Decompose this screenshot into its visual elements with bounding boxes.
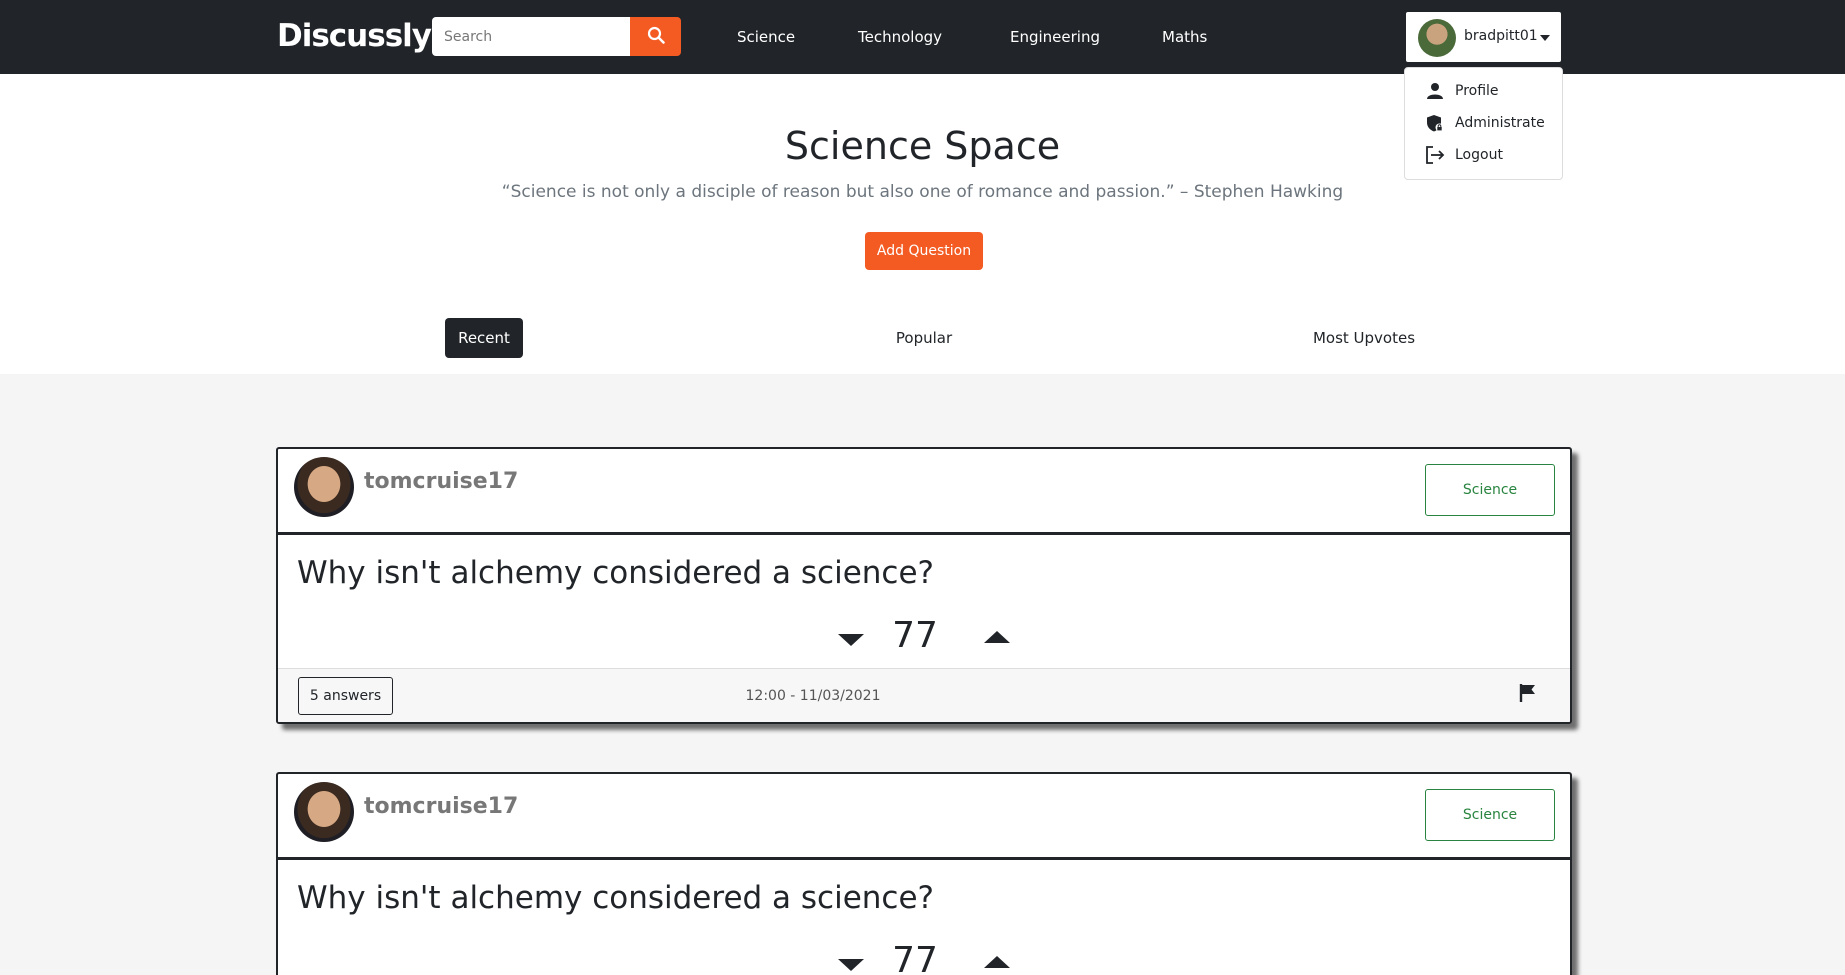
category-tag-button[interactable]: Science (1425, 464, 1555, 516)
menu-item-profile[interactable]: Profile (1425, 80, 1499, 102)
category-tag-button[interactable]: Science (1425, 789, 1555, 841)
question-card: tomcruise17 Science Why isn't alchemy co… (276, 447, 1572, 724)
menu-item-label: Logout (1455, 147, 1503, 163)
question-title[interactable]: Why isn't alchemy considered a science? (297, 555, 934, 591)
tab-popular[interactable]: Popular (880, 318, 968, 358)
question-author[interactable]: tomcruise17 (364, 469, 518, 494)
avatar[interactable] (294, 457, 354, 517)
tab-recent[interactable]: Recent (445, 318, 523, 358)
menu-item-label: Profile (1455, 83, 1499, 99)
menu-item-administrate[interactable]: Administrate (1425, 112, 1545, 134)
search-input[interactable] (432, 17, 630, 56)
search-button[interactable] (630, 17, 681, 56)
menu-item-logout[interactable]: Logout (1425, 144, 1503, 166)
nav-link-maths[interactable]: Maths (1162, 28, 1207, 46)
space-header: Science Space “Science is not only a dis… (0, 74, 1845, 374)
question-timestamp: 12:00 - 11/03/2021 (745, 688, 881, 704)
person-icon (1425, 81, 1445, 101)
question-card: tomcruise17 Science Why isn't alchemy co… (276, 772, 1572, 975)
username: bradpitt01 (1464, 28, 1538, 44)
vote-count: 77 (892, 615, 938, 656)
flag-icon[interactable] (1519, 683, 1537, 707)
navbar: Discussly Science Technology Engineering… (0, 0, 1845, 74)
upvote-icon[interactable] (984, 956, 1010, 968)
user-menu-button[interactable]: bradpitt01 (1404, 10, 1563, 64)
question-title[interactable]: Why isn't alchemy considered a science? (297, 880, 934, 916)
question-author[interactable]: tomcruise17 (364, 794, 518, 819)
tab-most-upvotes[interactable]: Most Upvotes (1305, 318, 1423, 358)
nav-link-technology[interactable]: Technology (858, 28, 942, 46)
add-question-button[interactable]: Add Question (865, 232, 983, 270)
search-icon (647, 26, 665, 48)
nav-link-science[interactable]: Science (737, 28, 795, 46)
menu-item-label: Administrate (1455, 115, 1545, 131)
page-title: Science Space (784, 124, 1061, 168)
downvote-icon[interactable] (838, 634, 864, 646)
vote-count: 77 (892, 940, 938, 975)
question-card-header: tomcruise17 Science (278, 774, 1570, 860)
upvote-icon[interactable] (984, 631, 1010, 643)
question-card-footer: 5 answers 12:00 - 11/03/2021 (278, 668, 1570, 722)
brand-logo[interactable]: Discussly (277, 18, 432, 54)
user-dropdown-menu: Profile Administrate Logout (1404, 67, 1563, 180)
answers-button[interactable]: 5 answers (298, 677, 393, 715)
downvote-icon[interactable] (838, 959, 864, 971)
logout-icon (1425, 145, 1445, 165)
shield-lock-icon (1425, 113, 1445, 133)
search-bar (432, 17, 681, 56)
space-quote: “Science is not only a disciple of reaso… (501, 182, 1344, 202)
question-card-header: tomcruise17 Science (278, 449, 1570, 535)
avatar (1418, 19, 1456, 57)
avatar[interactable] (294, 782, 354, 842)
caret-down-icon (1540, 35, 1550, 41)
nav-link-engineering[interactable]: Engineering (1010, 28, 1100, 46)
